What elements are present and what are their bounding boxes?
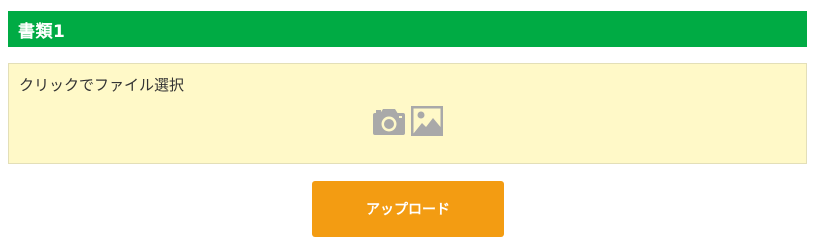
camera-icon bbox=[372, 106, 406, 140]
section-header: 書類1 bbox=[8, 11, 807, 47]
image-icon bbox=[410, 105, 444, 141]
upload-button[interactable]: アップロード bbox=[312, 181, 504, 237]
section-title: 書類1 bbox=[18, 21, 66, 42]
dropzone-icons bbox=[372, 105, 444, 141]
dropzone-label: クリックでファイル選択 bbox=[19, 76, 185, 94]
file-dropzone[interactable]: クリックでファイル選択 bbox=[8, 63, 807, 164]
